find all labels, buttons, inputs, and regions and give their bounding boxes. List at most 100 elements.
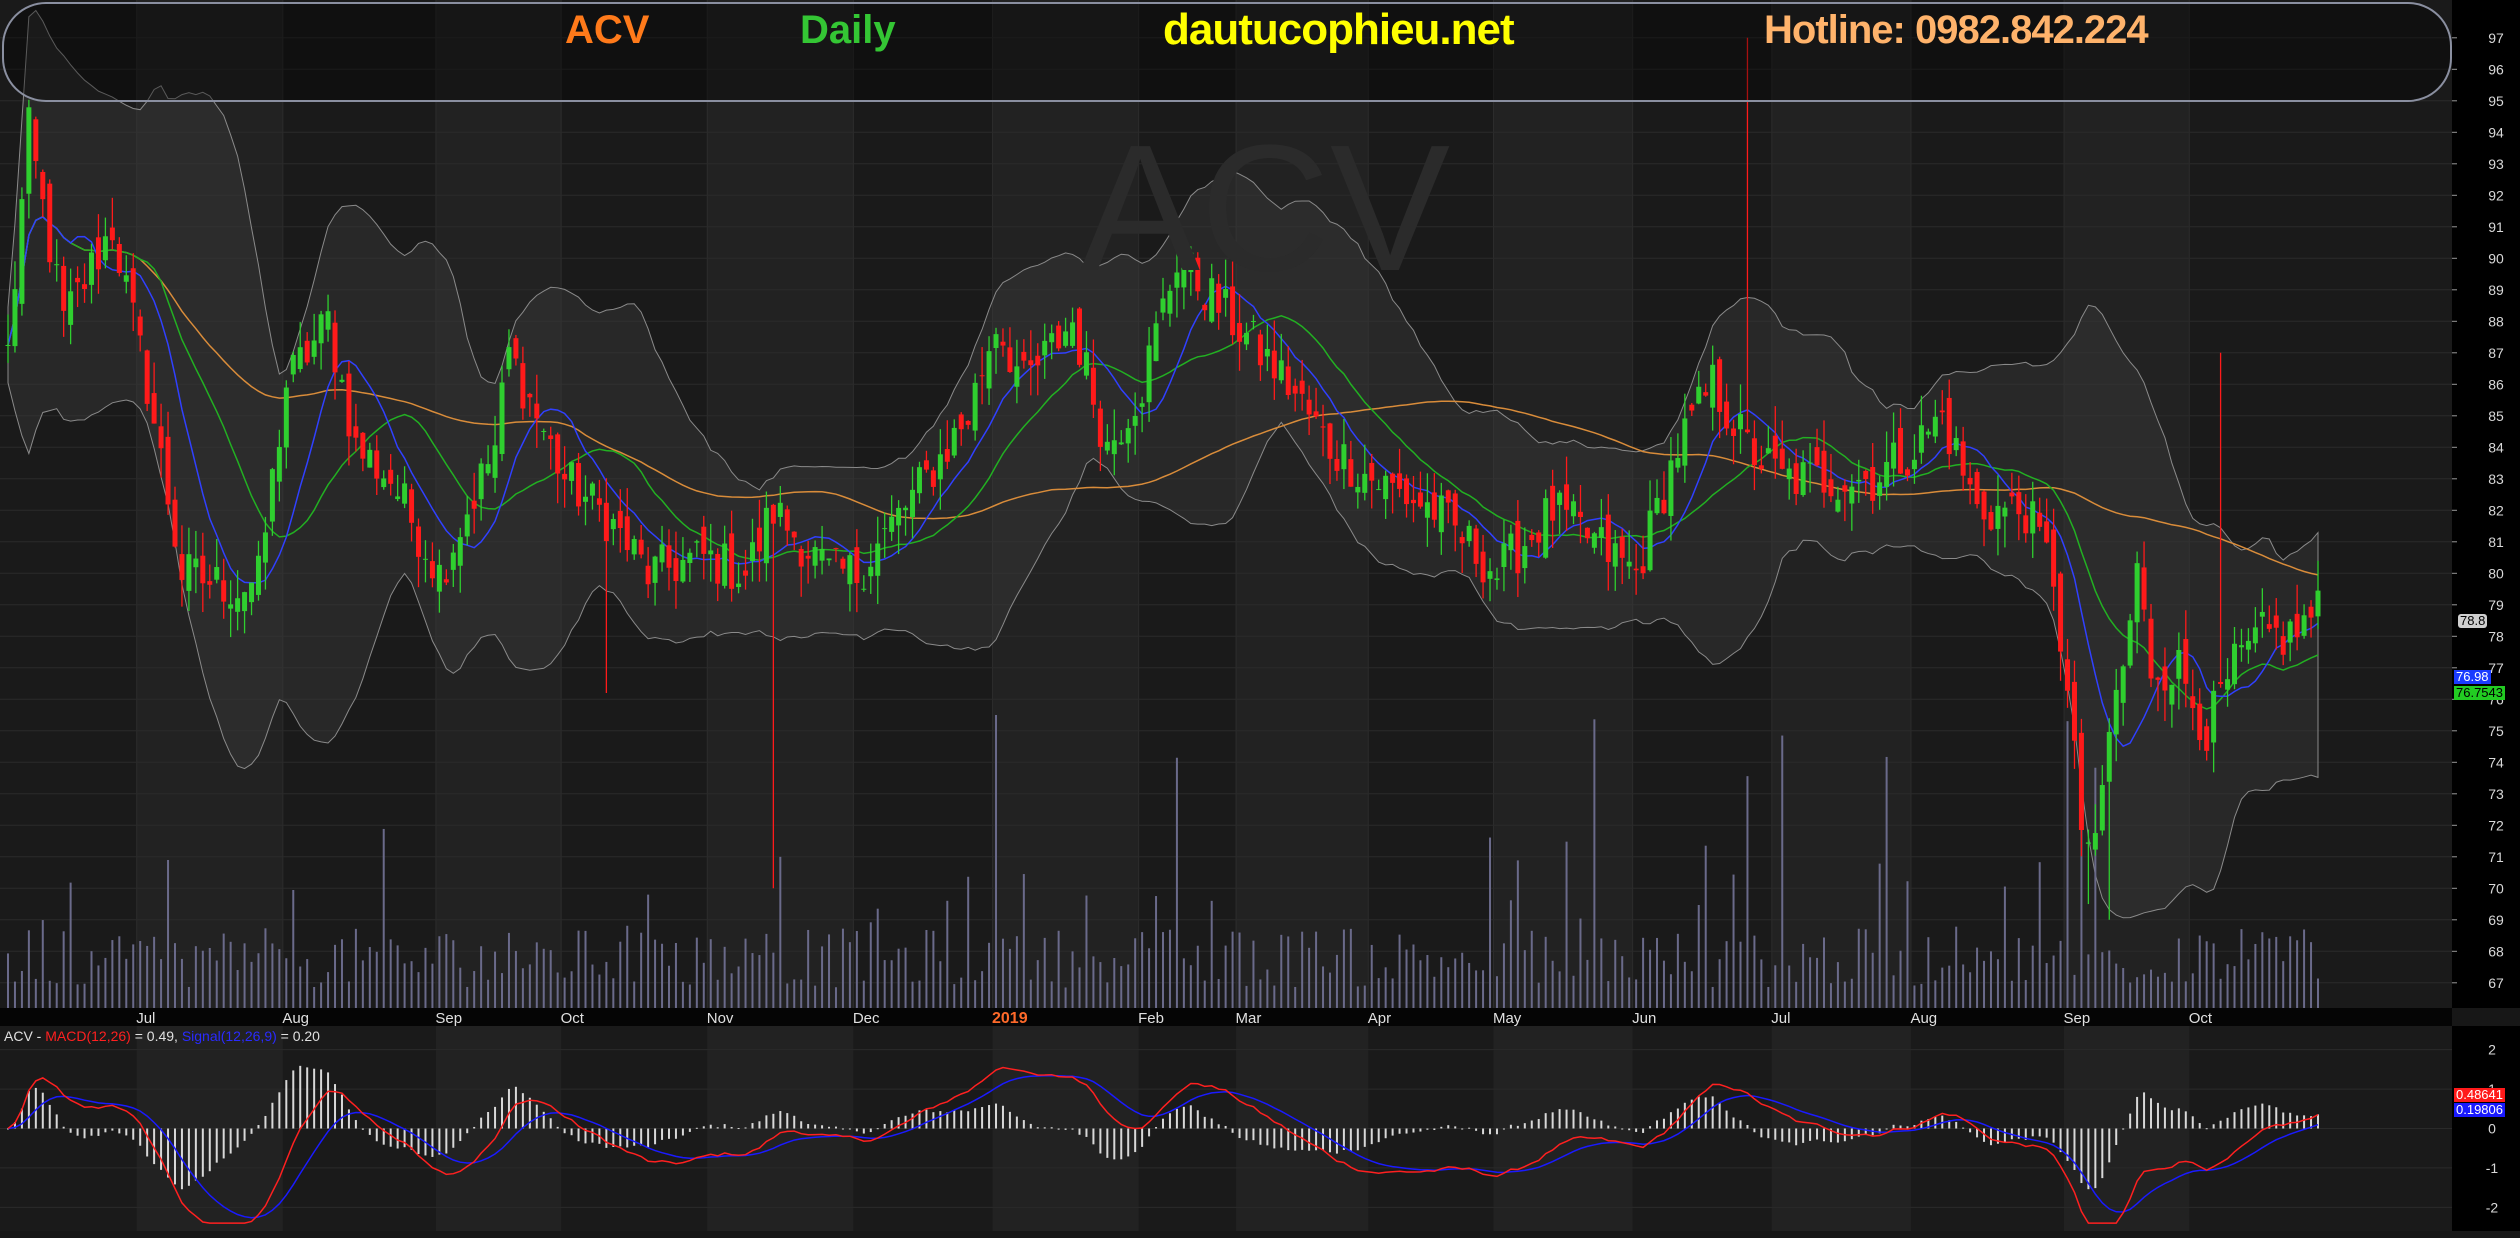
macd-histogram-bar — [1029, 1123, 1032, 1129]
candle-body — [1918, 425, 1924, 453]
volume-bar — [1155, 896, 1158, 1008]
candle-body — [722, 543, 728, 586]
macd-histogram-bar — [1586, 1116, 1589, 1129]
price-tick-label: 87 — [2488, 345, 2504, 361]
candle-body — [1397, 473, 1403, 489]
candle-body — [756, 527, 762, 552]
macd-histogram-bar — [1683, 1102, 1686, 1129]
volume-bar — [250, 961, 253, 1008]
candle-body — [26, 107, 32, 194]
macd-pane[interactable] — [0, 1026, 2452, 1231]
candle-body — [701, 526, 707, 554]
candle-body — [2197, 703, 2203, 741]
volume-bar — [438, 936, 441, 1008]
candle-body — [2155, 677, 2161, 680]
volume-bar — [278, 949, 281, 1008]
volume-bar — [340, 939, 343, 1008]
volume-bar — [361, 960, 364, 1008]
volume-bar — [160, 959, 163, 1008]
candle-body — [1904, 469, 1910, 476]
macd-histogram-bar — [1509, 1124, 1512, 1129]
macd-histogram-bar — [1224, 1125, 1227, 1129]
volume-bar — [716, 979, 719, 1008]
candle-body — [221, 580, 227, 602]
macd-histogram-bar — [1231, 1128, 1234, 1133]
price-axis[interactable]: 6768697071727374757677787980818283848586… — [2452, 0, 2520, 1008]
volume-bar — [2233, 966, 2236, 1008]
candle-body — [1118, 442, 1124, 445]
date-tick-label: Jun — [1632, 1010, 1656, 1026]
macd-axis[interactable]: -2-1012 0.48641 0.19806 — [2452, 1026, 2520, 1231]
macd-histogram-bar — [1579, 1112, 1582, 1129]
volume-bar — [62, 931, 65, 1008]
candle-body — [687, 552, 693, 564]
macd-histogram-bar — [1774, 1128, 1777, 1140]
candle-body — [1111, 440, 1117, 455]
volume-bar — [800, 979, 803, 1008]
price-tick-label: 67 — [2488, 975, 2504, 991]
volume-bar — [1231, 931, 1234, 1008]
price-tick-label: 83 — [2488, 471, 2504, 487]
volume-bar — [13, 981, 16, 1008]
macd-histogram-bar — [1816, 1128, 1819, 1140]
macd-histogram-bar — [1906, 1126, 1909, 1129]
candle-body — [422, 558, 428, 560]
macd-histogram-bar — [1419, 1128, 1422, 1132]
macd-histogram-bar — [953, 1110, 956, 1129]
candle-body — [569, 462, 575, 481]
candle-body — [116, 244, 122, 273]
candle-body — [381, 478, 387, 488]
candle-body — [548, 435, 554, 440]
volume-bar — [528, 964, 531, 1008]
candle-body — [1571, 501, 1577, 517]
candle-body — [2280, 636, 2286, 655]
macd-histogram-bar — [2205, 1128, 2208, 1130]
volume-bar — [1579, 918, 1582, 1008]
volume-bar — [667, 965, 670, 1008]
candle-body — [1925, 431, 1931, 435]
macd-histogram-bar — [2198, 1123, 2201, 1129]
macd-histogram-bar — [1322, 1128, 1325, 1151]
macd-histogram-bar — [883, 1123, 886, 1129]
macd-histogram-bar — [2003, 1128, 2006, 1143]
macd-histogram-bar — [946, 1112, 949, 1129]
candle-body — [1438, 495, 1444, 533]
volume-bar — [751, 953, 754, 1008]
macd-histogram-bar — [1071, 1128, 1074, 1130]
candle-body — [1717, 359, 1723, 412]
macd-histogram-bar — [2184, 1111, 2187, 1129]
volume-bar — [2136, 977, 2139, 1008]
volume-bar — [1419, 960, 1422, 1008]
volume-bar — [180, 958, 183, 1008]
candle-body — [1132, 415, 1138, 426]
candle-body — [993, 334, 999, 349]
macd-histogram-bar — [271, 1102, 274, 1129]
candle-body — [555, 434, 561, 474]
macd-histogram-bar — [1092, 1128, 1095, 1145]
volume-bar — [1795, 981, 1798, 1008]
candle-body — [506, 347, 512, 370]
candle-body — [930, 470, 936, 487]
macd-histogram-bar — [1182, 1106, 1185, 1129]
candle-body — [1410, 499, 1416, 504]
macd-histogram-bar — [1384, 1128, 1387, 1139]
price-pane[interactable]: ACV ACV Daily dautucophieu.net Hotline: … — [0, 0, 2452, 1008]
macd-histogram-bar — [1134, 1128, 1137, 1153]
candle-body — [840, 558, 846, 569]
volume-bar — [1322, 966, 1325, 1008]
volume-bar — [876, 908, 879, 1008]
macd-histogram-bar — [1767, 1128, 1770, 1139]
candle-body — [2211, 690, 2217, 743]
volume-bar — [814, 985, 817, 1008]
candle-body — [193, 558, 199, 568]
candle-body — [645, 565, 651, 585]
volume-bar — [1447, 967, 1450, 1008]
volume-bar — [1168, 929, 1171, 1008]
candle-body — [2030, 501, 2036, 534]
volume-bar — [2191, 973, 2194, 1008]
macd-histogram-bar — [2052, 1128, 2055, 1143]
candle-body — [123, 275, 129, 282]
volume-bar — [612, 978, 615, 1008]
volume-bar — [1252, 940, 1255, 1008]
candle-body — [666, 545, 672, 568]
